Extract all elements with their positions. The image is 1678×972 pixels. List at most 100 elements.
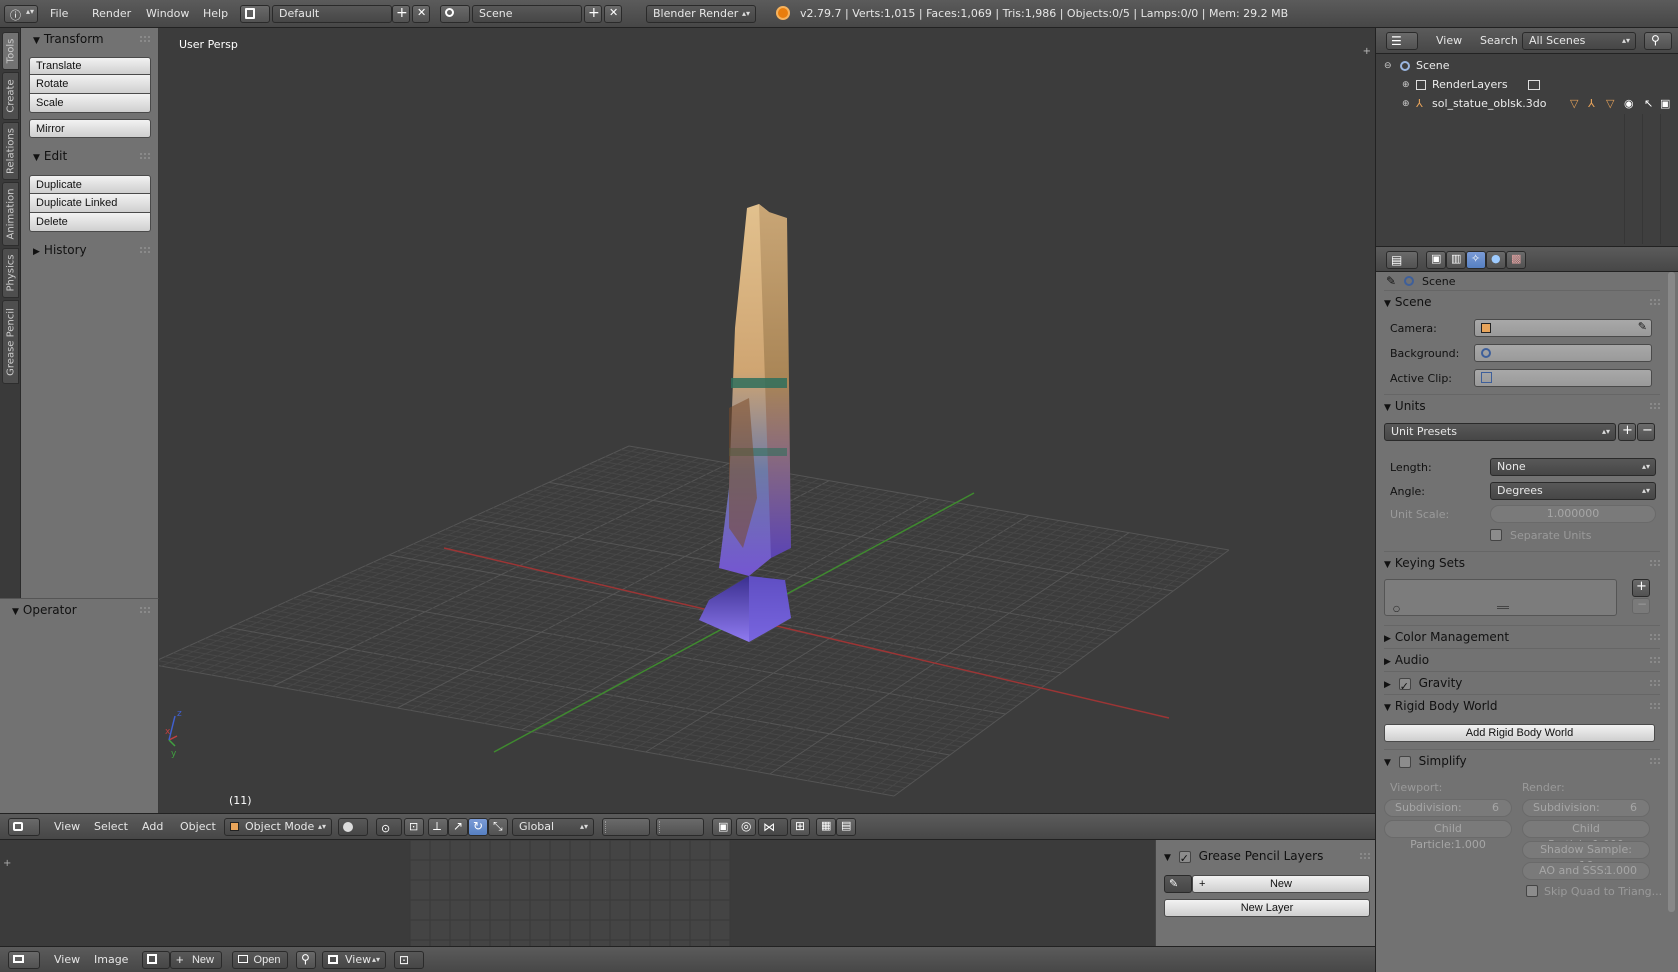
new-layer-button[interactable]: New Layer — [1164, 899, 1370, 917]
drag-grip-icon[interactable] — [1650, 758, 1660, 764]
tab-animation[interactable]: Animation — [2, 182, 19, 246]
screen-layout-button[interactable] — [240, 5, 270, 23]
simplify-checkbox[interactable] — [1398, 755, 1411, 768]
image-mode-dropdown[interactable]: View ▴▾ — [322, 951, 386, 969]
outliner-row-renderlayers[interactable]: ⊕ RenderLayers — [1376, 75, 1678, 95]
menu-select[interactable]: Select — [86, 820, 136, 833]
active-clip-field[interactable] — [1474, 369, 1652, 387]
properties-scrollbar[interactable] — [1668, 272, 1675, 912]
menu-search[interactable]: Search — [1472, 34, 1526, 47]
render-shadow-sample-field[interactable]: Shadow Sample: 16 — [1522, 841, 1650, 872]
color-management-section-header[interactable]: ▶ Color Management — [1384, 625, 1660, 647]
add-layout-button[interactable]: + — [392, 5, 410, 23]
drag-grip-icon[interactable] — [1650, 299, 1660, 305]
transform-panel-header[interactable]: ▼ Transform — [21, 29, 158, 49]
scene-selector-button[interactable] — [440, 5, 470, 23]
manipulator-toggle-button[interactable]: ⟂ — [428, 818, 448, 836]
render-still-button[interactable]: ▦ — [816, 818, 836, 836]
outliner-row-object[interactable]: ⊕ ⅄ sol_statue_oblsk.3do ▽ ⅄ ▽ ◉ ↖ ▣ — [1376, 94, 1678, 114]
tab-grease-pencil[interactable]: Grease Pencil — [2, 300, 19, 384]
expand-handle-icon[interactable]: + — [3, 858, 11, 869]
viewport-shading-dropdown[interactable] — [338, 818, 368, 836]
render-subdivision-field[interactable]: Subdivision: 6 — [1522, 799, 1650, 817]
unit-scale-field[interactable]: 1.000000 — [1490, 505, 1656, 523]
grease-pencil-header[interactable]: ▼ Grease Pencil Layers — [1164, 846, 1370, 869]
camera-field[interactable]: ✎ — [1474, 319, 1652, 337]
menu-window[interactable]: Window — [138, 7, 197, 20]
mirror-button[interactable]: Mirror — [29, 119, 151, 138]
angle-unit-dropdown[interactable]: Degrees ▴▾ — [1490, 482, 1656, 500]
edit-panel-header[interactable]: ▼ Edit — [21, 146, 158, 166]
pin-icon[interactable]: ✎ — [1386, 274, 1396, 288]
drag-grip-icon[interactable] — [140, 36, 150, 42]
eye-icon[interactable]: ◉ — [1624, 94, 1634, 114]
render-engine-dropdown[interactable]: Blender Render ▴▾ — [646, 5, 756, 23]
menu-help[interactable]: Help — [195, 7, 236, 20]
image-browse-dropdown[interactable] — [142, 951, 170, 969]
delete-scene-button[interactable]: ✕ — [604, 5, 622, 23]
rotate-button[interactable]: Rotate — [29, 75, 151, 94]
texture-context-tab[interactable]: ▩ — [1506, 251, 1526, 269]
unit-presets-dropdown[interactable]: Unit Presets ▴▾ — [1384, 423, 1616, 441]
menu-image[interactable]: Image — [86, 953, 136, 966]
outliner-search-button[interactable]: ⚲ — [1644, 32, 1672, 50]
menu-view[interactable]: View — [46, 953, 88, 966]
viewport-plus-icon[interactable]: + — [1363, 46, 1371, 57]
drag-grip-icon[interactable] — [1650, 560, 1660, 566]
drag-grip-icon[interactable] — [1650, 634, 1660, 640]
menu-view[interactable]: View — [46, 820, 88, 833]
translate-manipulator-button[interactable]: ↗ — [448, 818, 468, 836]
gp-data-browse-dropdown[interactable]: ✎ — [1164, 875, 1192, 893]
menu-render[interactable]: Render — [84, 7, 139, 20]
grease-pencil-checkbox[interactable] — [1178, 849, 1191, 869]
transform-orientation-dropdown[interactable]: Global ▴▾ — [512, 818, 594, 836]
keying-sets-list[interactable]: ○ — [1384, 579, 1617, 616]
separate-units-checkbox[interactable] — [1490, 529, 1502, 541]
outliner-display-dropdown[interactable]: All Scenes ▴▾ — [1522, 32, 1636, 50]
viewport-child-particle-field[interactable]: Child Particle:1.000 — [1384, 820, 1512, 851]
camera-icon[interactable]: ▣ — [1660, 94, 1670, 114]
render-child-particle-field[interactable]: Child Particle:1.000 — [1522, 820, 1650, 851]
background-scene-field[interactable] — [1474, 344, 1652, 362]
drag-grip-icon[interactable] — [1360, 853, 1370, 859]
scene-section-header[interactable]: ▼ Scene — [1384, 290, 1660, 312]
render-animation-button[interactable]: ▤ — [836, 818, 856, 836]
skip-quad-checkbox[interactable] — [1526, 885, 1538, 897]
editor-type-outliner-button[interactable]: ☰ — [1386, 32, 1418, 50]
tab-create[interactable]: Create — [2, 72, 19, 120]
scene-context-tab[interactable]: ✧ — [1466, 251, 1486, 269]
new-image-button[interactable]: + New — [170, 951, 222, 969]
cursor-icon[interactable]: ↖ — [1644, 94, 1653, 114]
pivot-dropdown[interactable]: ⊡ — [394, 951, 424, 969]
tab-relations[interactable]: Relations — [2, 122, 19, 180]
open-image-button[interactable]: Open — [232, 951, 288, 969]
outliner-row-scene[interactable]: ⊖ Scene — [1376, 56, 1678, 76]
length-unit-dropdown[interactable]: None ▴▾ — [1490, 458, 1656, 476]
list-filter-icon[interactable]: ○ — [1393, 604, 1400, 613]
remove-preset-button[interactable]: − — [1637, 423, 1655, 441]
lock-layers-button[interactable]: ▣ — [712, 818, 732, 836]
drag-grip-icon[interactable] — [140, 607, 150, 613]
editor-type-3d-button[interactable] — [8, 818, 40, 836]
eyedropper-icon[interactable]: ✎ — [1638, 320, 1647, 333]
expand-icon[interactable]: ⊕ — [1402, 94, 1410, 114]
menu-add[interactable]: Add — [134, 820, 171, 833]
list-resize-grip[interactable] — [1497, 606, 1509, 609]
gravity-section-header[interactable]: ▶ Gravity — [1384, 671, 1660, 698]
new-grease-pencil-button[interactable]: + New — [1192, 875, 1370, 893]
3d-viewport[interactable]: z x y User Persp (11) + — [159, 28, 1375, 813]
layers-row-2[interactable] — [656, 818, 704, 836]
duplicate-button[interactable]: Duplicate — [29, 175, 151, 194]
snap-element-dropdown[interactable]: ⋈ — [758, 818, 788, 836]
add-scene-button[interactable]: + — [584, 5, 602, 23]
tab-physics[interactable]: Physics — [2, 248, 19, 298]
add-rigid-body-world-button[interactable]: Add Rigid Body World — [1384, 724, 1655, 742]
add-keying-set-button[interactable]: + — [1632, 579, 1650, 597]
drag-grip-icon[interactable] — [1650, 657, 1660, 663]
audio-section-header[interactable]: ▶ Audio — [1384, 648, 1660, 670]
operator-panel-header[interactable]: ▼ Operator — [0, 600, 158, 620]
pivot-dropdown[interactable]: ⊙ — [376, 818, 402, 836]
proportional-edit-button[interactable]: ◎ — [736, 818, 756, 836]
gravity-checkbox[interactable] — [1398, 676, 1411, 698]
rigid-body-section-header[interactable]: ▼ Rigid Body World — [1384, 694, 1660, 716]
